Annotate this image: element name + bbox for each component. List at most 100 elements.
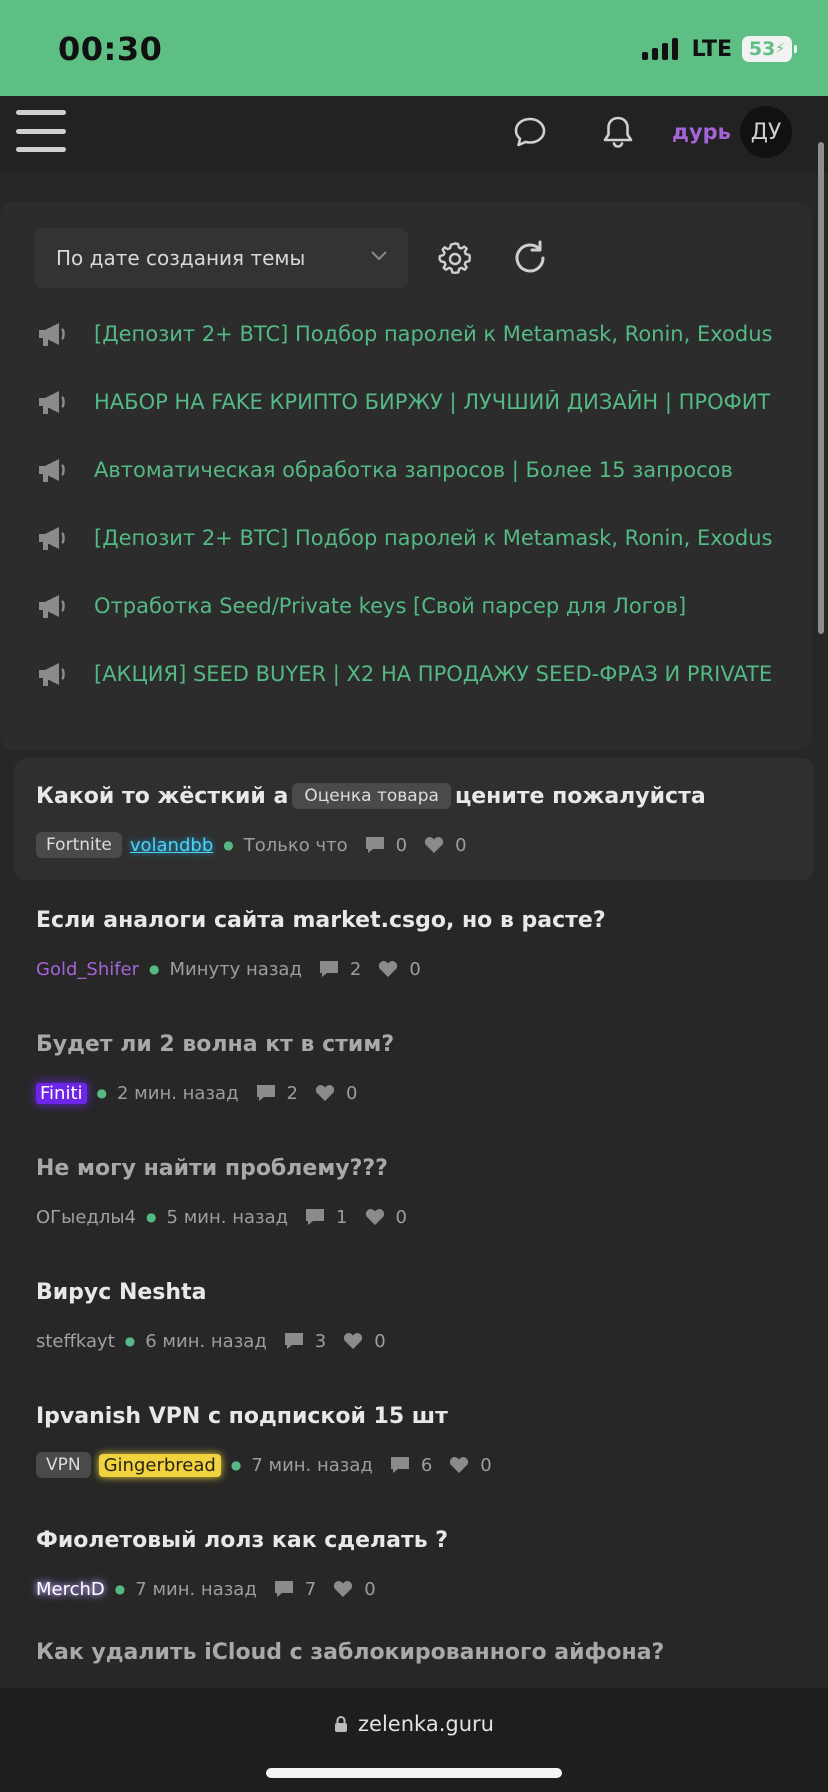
thread-meta: VPN Gingerbread ● 7 мин. назад 6 0: [36, 1450, 828, 1480]
thread-meta: ОГыедлы4 ● 5 мин. назад 1 0: [36, 1202, 828, 1232]
pinned-thread-title[interactable]: [Депозит 2+ BTC] Подбор паролей к Metama…: [94, 526, 798, 550]
pinned-thread[interactable]: НАБОР НА FAKE КРИПТО БИРЖУ | ЛУЧШИЙ ДИЗА…: [0, 368, 812, 436]
url-text[interactable]: zelenka.guru: [358, 1712, 494, 1736]
separator-dot: ●: [223, 838, 234, 852]
megaphone-icon: [39, 595, 65, 618]
pinned-thread-title[interactable]: Автоматическая обработка запросов | Боле…: [94, 458, 798, 482]
prefix-tag[interactable]: Оценка товара: [292, 783, 451, 809]
network-label: LTE: [691, 36, 732, 62]
avatar[interactable]: ДУ: [740, 106, 792, 158]
thread-tag[interactable]: VPN: [36, 1452, 91, 1478]
thread-item[interactable]: Не могу найти проблему??? ОГыедлы4 ● 5 м…: [0, 1130, 828, 1254]
separator-dot: ●: [230, 1458, 242, 1472]
thread-item[interactable]: Будет ли 2 волна кт в стим? Finiti ● 2 м…: [0, 1006, 828, 1130]
thread-item[interactable]: Какой то жёсткий а Оценка товара цените …: [14, 758, 814, 880]
refresh-icon[interactable]: [510, 238, 550, 278]
thread-title[interactable]: Как удалить iCloud с заблокированного ай…: [36, 1640, 664, 1665]
heart-icon: [334, 1581, 353, 1597]
thread-item[interactable]: Ipvanish VPN с подпиской 15 шт VPN Ginge…: [0, 1378, 828, 1502]
separator-dot: ●: [149, 962, 160, 976]
thread-author[interactable]: ОГыедлы4: [36, 1207, 136, 1228]
thread-title[interactable]: Ipvanish VPN с подпиской 15 шт: [36, 1400, 828, 1432]
megaphone-icon: [39, 391, 65, 414]
like-count: 0: [364, 1578, 376, 1600]
pinned-thread-title[interactable]: [АКЦИЯ] SEED BUYER | X2 НА ПРОДАЖУ SEED-…: [94, 662, 798, 686]
thread-title[interactable]: Не могу найти проблему???: [36, 1152, 828, 1184]
heart-icon: [344, 1333, 363, 1349]
thread-tag[interactable]: Fortnite: [36, 832, 122, 858]
thread-title-start: Какой то жёсткий а: [36, 783, 289, 809]
status-time: 00:30: [58, 30, 163, 68]
notifications-icon[interactable]: [598, 112, 638, 152]
pinned-thread[interactable]: Автоматическая обработка запросов | Боле…: [0, 436, 812, 504]
comment-icon: [284, 1333, 303, 1349]
thread-meta: MerchD ● 7 мин. назад 7 0: [36, 1574, 828, 1604]
comment-icon: [390, 1457, 409, 1473]
pinned-thread-title[interactable]: [Депозит 2+ BTC] Подбор паролей к Metama…: [94, 322, 798, 346]
gear-icon[interactable]: [436, 240, 474, 278]
username-link[interactable]: дурь: [672, 120, 731, 144]
thread-title[interactable]: Фиолетовый лолз как сделать ?: [36, 1524, 828, 1556]
heart-icon: [450, 1457, 469, 1473]
thread-title[interactable]: Вирус Neshta: [36, 1276, 828, 1308]
thread-time: 5 мин. назад: [166, 1206, 289, 1228]
page-scrollbar[interactable]: [818, 142, 824, 634]
charging-icon: ⚡: [775, 41, 786, 57]
thread-meta: steffkayt ● 6 мин. назад 3 0: [36, 1326, 828, 1356]
thread-author[interactable]: Gingerbread: [98, 1453, 221, 1477]
thread-item[interactable]: Если аналоги сайта market.csgo, но в рас…: [0, 882, 828, 1006]
chevron-down-icon: [371, 251, 387, 261]
like-count: 0: [395, 1206, 407, 1228]
chat-icon[interactable]: [510, 112, 550, 152]
thread-author[interactable]: Gold_Shifer: [36, 959, 139, 980]
signal-icon: [641, 38, 678, 60]
home-indicator[interactable]: [266, 1768, 562, 1778]
thread-list: Какой то жёсткий а Оценка товара цените …: [0, 758, 828, 1626]
thread-meta: Fortnite volandbb ● Только что 0 0: [36, 830, 814, 860]
reply-count: 2: [286, 1082, 298, 1104]
thread-author[interactable]: MerchD: [36, 1579, 105, 1600]
reply-count: 1: [336, 1206, 348, 1228]
reply-count: 6: [420, 1454, 433, 1476]
sort-dropdown[interactable]: По дате создания темы: [34, 228, 408, 288]
pinned-thread[interactable]: [АКЦИЯ] SEED BUYER | X2 НА ПРОДАЖУ SEED-…: [0, 640, 812, 708]
pinned-thread[interactable]: [Депозит 2+ BTC] Подбор паролей к Metama…: [0, 300, 812, 368]
thread-item[interactable]: Фиолетовый лолз как сделать ? MerchD ● 7…: [0, 1502, 828, 1626]
thread-title-end: цените пожалуйста: [454, 783, 706, 809]
heart-icon: [379, 961, 398, 977]
reply-count: 3: [314, 1330, 327, 1352]
menu-button[interactable]: [16, 110, 66, 152]
thread-meta: Gold_Shifer ● Минуту назад 2 0: [36, 954, 828, 984]
address-bar[interactable]: zelenka.guru: [0, 1712, 828, 1736]
battery-level: 53: [748, 38, 776, 60]
thread-item[interactable]: Вирус Neshta steffkayt ● 6 мин. назад 3 …: [0, 1254, 828, 1378]
thread-author[interactable]: volandbb: [130, 835, 213, 856]
separator-dot: ●: [124, 1334, 136, 1348]
megaphone-icon: [39, 459, 65, 482]
pinned-thread-title[interactable]: НАБОР НА FAKE КРИПТО БИРЖУ | ЛУЧШИЙ ДИЗА…: [94, 390, 798, 414]
reply-count: 7: [304, 1578, 317, 1600]
thread-title[interactable]: Какой то жёсткий а Оценка товара цените …: [36, 780, 814, 812]
thread-author[interactable]: Finiti: [36, 1082, 87, 1104]
lock-icon: [335, 1716, 348, 1732]
pinned-thread-title[interactable]: Отработка Seed/Private keys [Свой парсер…: [94, 594, 798, 618]
thread-time: Только что: [243, 834, 348, 856]
pinned-thread[interactable]: Отработка Seed/Private keys [Свой парсер…: [0, 572, 812, 640]
thread-title[interactable]: Будет ли 2 волна кт в стим?: [36, 1028, 828, 1060]
thread-time: Минуту назад: [169, 958, 302, 980]
comment-icon: [319, 961, 338, 977]
reply-count: 0: [395, 834, 408, 856]
thread-time: 6 мин. назад: [145, 1330, 267, 1352]
thread-time: 2 мин. назад: [117, 1082, 239, 1104]
browser-bar: zelenka.guru: [0, 1688, 828, 1792]
megaphone-icon: [39, 663, 65, 686]
thread-title[interactable]: Если аналоги сайта market.csgo, но в рас…: [36, 904, 828, 936]
sort-label: По дате создания темы: [56, 246, 306, 270]
pinned-thread[interactable]: [Депозит 2+ BTC] Подбор паролей к Metama…: [0, 504, 812, 572]
megaphone-icon: [39, 323, 65, 346]
megaphone-icon: [39, 527, 65, 550]
thread-time: 7 мин. назад: [135, 1578, 257, 1600]
heart-icon: [365, 1209, 384, 1225]
comment-icon: [306, 1209, 325, 1225]
thread-author[interactable]: steffkayt: [36, 1331, 115, 1352]
